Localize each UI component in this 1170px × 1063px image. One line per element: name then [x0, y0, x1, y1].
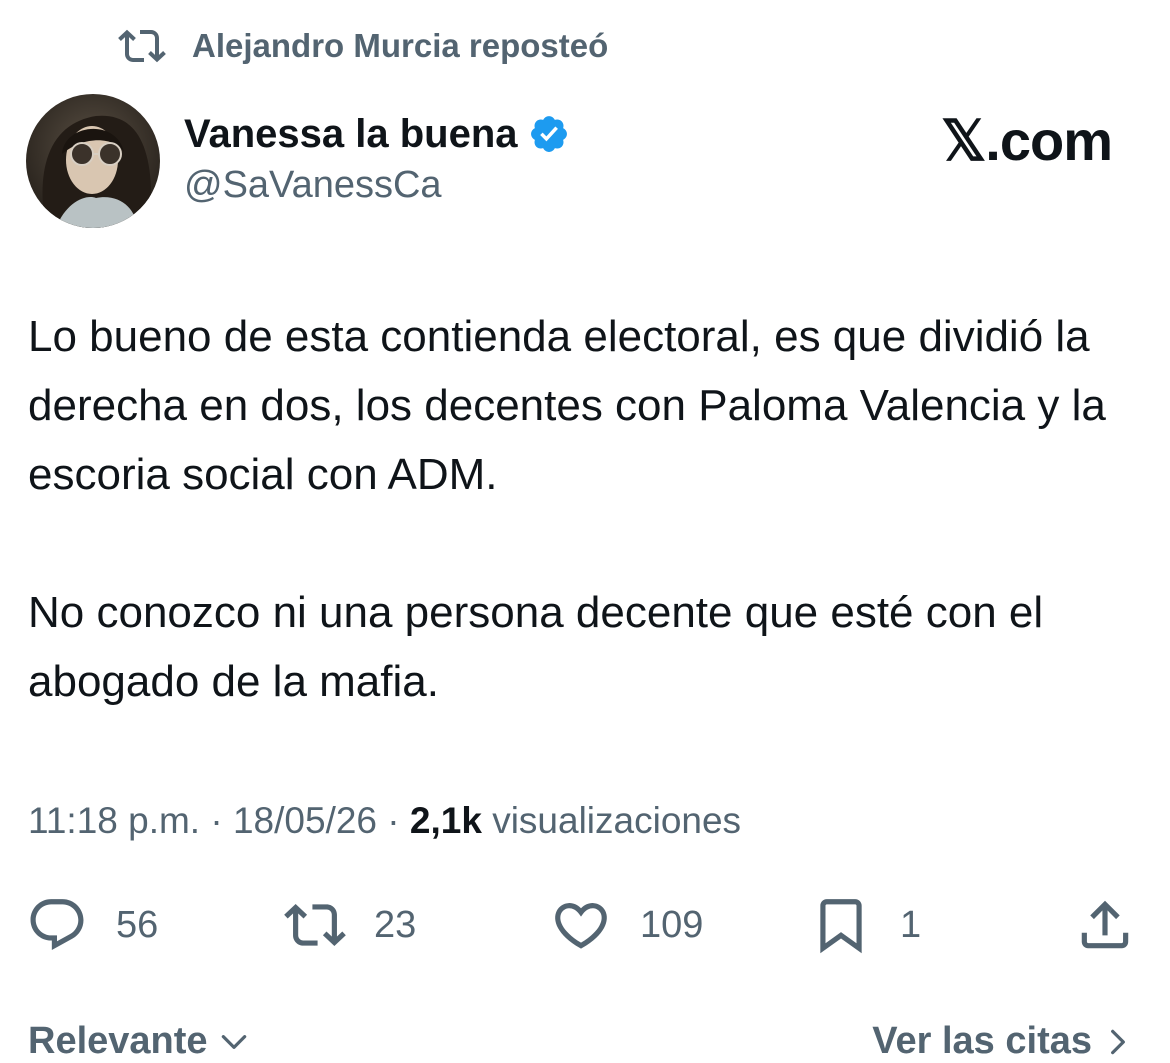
sort-label[interactable]: Relevante: [28, 1020, 208, 1063]
tweet-time[interactable]: 11:18 p.m.: [28, 800, 200, 841]
meta-separator: ·: [387, 800, 400, 841]
verified-badge-icon: [530, 116, 567, 152]
share-icon: [1081, 900, 1129, 949]
repost-button[interactable]: 23: [284, 890, 416, 960]
repost-indicator[interactable]: Alejandro Murcia reposteó: [118, 22, 608, 70]
share-button[interactable]: [1074, 890, 1136, 960]
tweet-paragraph: No conozco ni una persona decente que es…: [28, 588, 1044, 706]
avatar[interactable]: [26, 94, 160, 228]
heart-icon: [555, 903, 607, 949]
tweet-actions: 56 23 109 1: [26, 890, 1136, 960]
chevron-right-icon: [1111, 1029, 1125, 1054]
bookmark-count: 1: [900, 903, 922, 946]
repost-icon: [118, 29, 166, 63]
tweet-paragraph: Lo bueno de esta contienda electoral, es…: [28, 312, 1106, 499]
reply-icon: [30, 899, 84, 951]
repost-count: 23: [374, 903, 417, 946]
views-count: 2,1k: [409, 800, 482, 841]
avatar-image: [26, 94, 160, 228]
sort-dropdown[interactable]: Relevante: [28, 1020, 250, 1063]
bookmark-button[interactable]: 1: [810, 890, 921, 960]
tweet-text: Lo bueno de esta contienda electoral, es…: [28, 302, 1128, 716]
reply-count: 56: [116, 903, 159, 946]
view-quotes-link[interactable]: Ver las citas: [872, 1020, 1134, 1063]
reply-button[interactable]: 56: [26, 890, 158, 960]
chevron-down-icon: [221, 1034, 246, 1049]
like-count: 109: [640, 903, 704, 946]
brand-watermark: 𝕏.com: [941, 109, 1113, 172]
tweet-date[interactable]: 18/05/26: [233, 800, 377, 841]
views-label: visualizaciones: [492, 800, 742, 841]
repost-text[interactable]: Alejandro Murcia reposteó: [192, 27, 608, 65]
view-quotes-label[interactable]: Ver las citas: [872, 1020, 1092, 1063]
tweet-meta: 11:18 p.m. · 18/05/26 · 2,1k visualizaci…: [28, 800, 741, 842]
repost-icon: [284, 904, 346, 946]
bookmark-icon: [820, 899, 862, 954]
author-display-name[interactable]: Vanessa la buena: [184, 108, 570, 160]
display-name-text[interactable]: Vanessa la buena: [184, 112, 518, 157]
author-handle[interactable]: @SaVanessCa: [184, 164, 442, 207]
meta-separator: ·: [210, 800, 223, 841]
like-button[interactable]: 109: [550, 890, 703, 960]
